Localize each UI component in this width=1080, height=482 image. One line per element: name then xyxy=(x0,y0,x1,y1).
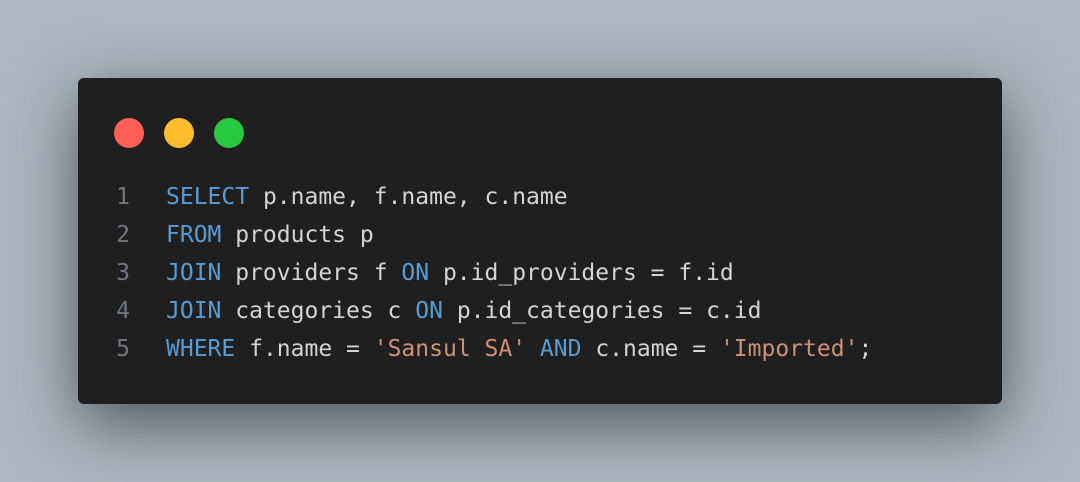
sql-keyword: ON xyxy=(415,298,443,324)
code-text: JOIN categories c ON p.id_categories = c… xyxy=(166,292,761,330)
sql-keyword: SELECT xyxy=(166,184,250,210)
sql-keyword: AND xyxy=(539,336,582,362)
sql-keyword: JOIN xyxy=(166,260,222,286)
sql-string: 'Sansul SA' xyxy=(373,336,527,362)
code-text: SELECT p.name, f.name, c.name xyxy=(166,178,568,216)
code-line-1: 1 SELECT p.name, f.name, c.name xyxy=(78,178,1002,216)
code-line-2: 2 FROM products p xyxy=(78,216,1002,254)
maximize-button[interactable] xyxy=(214,118,244,148)
code-token: p.id_providers = f.id xyxy=(429,260,734,286)
code-token: p.name, f.name, c.name xyxy=(249,184,568,210)
code-text: FROM products p xyxy=(166,216,374,254)
code-text: JOIN providers f ON p.id_providers = f.i… xyxy=(166,254,734,292)
code-token: ; xyxy=(858,336,873,362)
line-number: 1 xyxy=(116,184,130,210)
line-number: 3 xyxy=(116,260,130,286)
code-line-3: 3 JOIN providers f ON p.id_providers = f… xyxy=(78,254,1002,292)
code-line-4: 4 JOIN categories c ON p.id_categories =… xyxy=(78,292,1002,330)
line-number: 4 xyxy=(116,298,130,324)
window-controls xyxy=(114,118,244,148)
code-token: c.name = xyxy=(581,336,720,362)
code-block: 1 SELECT p.name, f.name, c.name 2 FROM p… xyxy=(78,178,1002,368)
code-token: p.id_categories = c.id xyxy=(442,298,762,324)
minimize-button[interactable] xyxy=(164,118,194,148)
sql-keyword: JOIN xyxy=(166,298,222,324)
sql-keyword: ON xyxy=(401,260,430,286)
code-token: products p xyxy=(221,222,374,248)
sql-string: 'Imported' xyxy=(719,336,859,362)
code-text: WHERE f.name = 'Sansul SA' AND c.name = … xyxy=(166,330,872,368)
line-number: 5 xyxy=(116,336,130,362)
code-token: f.name = xyxy=(235,336,374,362)
sql-keyword: WHERE xyxy=(166,336,236,362)
line-number: 2 xyxy=(116,222,130,248)
code-line-5: 5 WHERE f.name = 'Sansul SA' AND c.name … xyxy=(78,330,1002,368)
code-window: 1 SELECT p.name, f.name, c.name 2 FROM p… xyxy=(78,78,1002,404)
code-token: categories c xyxy=(221,298,416,324)
close-button[interactable] xyxy=(114,118,144,148)
sql-keyword: FROM xyxy=(166,222,222,248)
code-token: providers f xyxy=(221,260,402,286)
